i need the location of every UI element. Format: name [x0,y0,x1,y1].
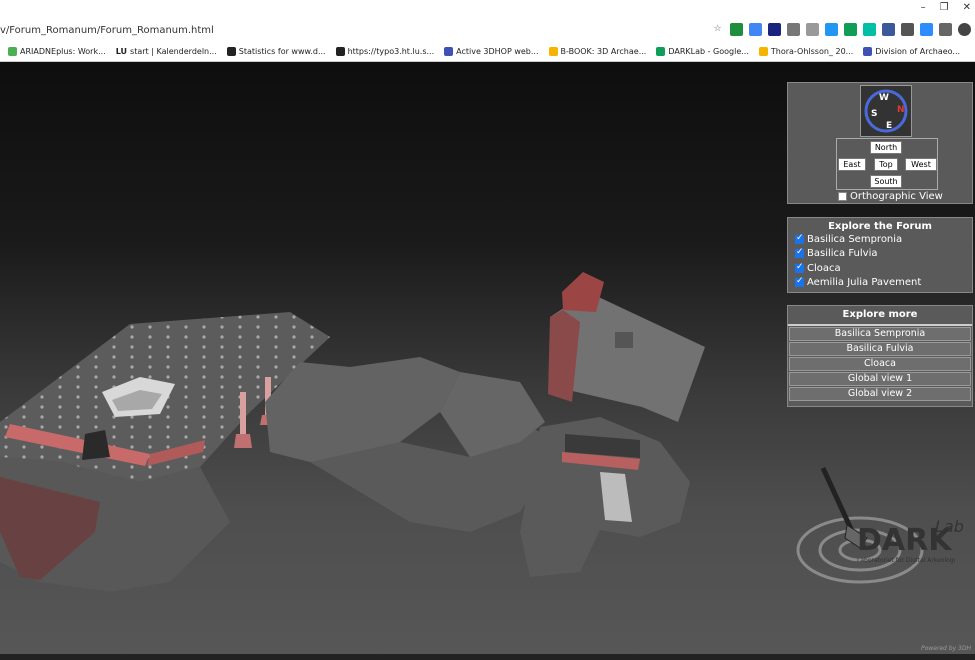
west-view-button[interactable]: West [905,158,937,171]
layer-basilica-sempronia[interactable]: Basilica Sempronia [788,232,972,247]
bottom-bar [0,654,975,660]
facebook-icon[interactable] [882,23,895,36]
zoom-extension-icon[interactable] [920,23,933,36]
drive-icon [548,47,558,56]
compass-rose: S W N E [864,89,908,133]
column [240,392,246,437]
layer-label: Basilica Sempronia [807,233,903,245]
top-view-button[interactable]: Top [874,158,898,171]
bookmark-item[interactable]: LU start | Kalenderdeln... [116,47,217,56]
layer-checkbox[interactable] [795,233,804,244]
layer-basilica-fulvia[interactable]: Basilica Fulvia [788,247,972,262]
explore-forum-panel: Explore the Forum Basilica Sempronia Bas… [787,217,973,293]
explore-forum-title: Explore the Forum [828,221,932,232]
bookmark-item[interactable]: Statistics for www.d... [226,47,326,56]
layer-aemilia-julia-pavement[interactable]: Aemilia Julia Pavement [788,276,972,291]
drive-icon [758,47,768,56]
compass-letter-e: E [886,121,892,131]
bookmark-item[interactable]: Thora-Ohlsson_ 20... [758,47,853,56]
arch-structure [82,430,110,460]
bookmark-item[interactable]: Division of Archaeo... [863,47,960,56]
middle-ruins [265,357,460,462]
bookmark-item[interactable]: B-BOOK: 3D Archae... [548,47,646,56]
orthographic-checkbox[interactable] [838,192,847,201]
docs-icon [863,47,873,56]
global-view-2-button[interactable]: Global view 2 [789,387,971,401]
extension-icons: ☆ [711,23,971,36]
close-icon[interactable]: ✕ [963,2,971,13]
puzzle-extension-icon[interactable] [787,23,800,36]
url-text[interactable]: v/Forum_Romanum/Forum_Romanum.html [0,25,214,36]
address-bar[interactable]: v/Forum_Romanum/Forum_Romanum.html ☆ [0,20,975,42]
compass-letter-n: N [897,105,905,115]
extensions-puzzle-icon[interactable] [939,23,952,36]
circle-extension-icon[interactable] [863,23,876,36]
bookmark-icon [335,47,345,56]
column-base [234,434,252,448]
view-cloaca-button[interactable]: Cloaca [789,357,971,371]
logo-subtitle: Laboratoriet för Digital Arkeologi [857,557,956,564]
restore-icon[interactable]: ❐ [940,2,949,13]
layer-cloaca[interactable]: Cloaca [788,261,972,276]
view-basilica-fulvia-button[interactable]: Basilica Fulvia [789,342,971,356]
bookmark-icon [226,47,236,56]
darklab-logo: DARK Lab Laboratoriet för Digital Arkeol… [795,450,975,598]
navigation-panel: S W N E North East Top West South Orthog… [787,82,973,204]
explore-more-title: Explore more [788,306,972,326]
temple-window [615,332,633,348]
cloud-extension-icon[interactable] [806,23,819,36]
doc-extension-icon[interactable] [825,23,838,36]
bookmark-icon [444,47,454,56]
bookmark-icon [8,47,17,56]
avatar[interactable] [958,23,971,36]
south-view-button[interactable]: South [870,175,902,188]
layer-label: Cloaca [807,262,841,274]
window-controls: – ❐ ✕ [921,2,971,13]
bookmark-item[interactable]: DARKLab - Google... [656,47,749,56]
compass-icon[interactable]: S W N E [860,85,912,137]
star-icon[interactable]: ☆ [711,23,724,36]
layer-label: Basilica Fulvia [807,248,878,260]
powered-by-text: Powered by 3DH [921,645,971,652]
drive-icon [656,47,666,56]
layer-checkbox[interactable] [795,276,804,288]
translate-extension-icon[interactable] [749,23,762,36]
logo-superscript: Lab [935,517,964,536]
explore-more-panel: Explore more Basilica Sempronia Basilica… [787,305,973,407]
grammar-extension-icon[interactable] [844,23,857,36]
browser-chrome: – ❐ ✕ v/Forum_Romanum/Forum_Romanum.html… [0,0,975,62]
bookmark-item[interactable]: ARIADNEplus: Work... [8,47,106,56]
bookmark-item[interactable]: Active 3DHOP web... [444,47,539,56]
compass-letter-w: W [879,93,889,103]
layer-checkbox[interactable] [795,247,804,259]
clipboard-extension-icon[interactable] [901,23,914,36]
view-buttons-grid: North East Top West South [836,138,938,190]
layer-label: Aemilia Julia Pavement [807,277,922,289]
shield-extension-icon[interactable] [730,23,743,36]
east-view-button[interactable]: East [838,158,866,171]
orthographic-label: Orthographic View [850,191,943,202]
global-view-1-button[interactable]: Global view 1 [789,372,971,386]
view-basilica-sempronia-button[interactable]: Basilica Sempronia [789,327,971,341]
bookmarks-bar: ARIADNEplus: Work... LU start | Kalenderd… [0,43,975,60]
trowel-icon: DARK Lab Laboratoriet för Digital Arkeol… [796,466,964,584]
minimize-icon[interactable]: – [921,2,926,13]
bookmark-item[interactable]: https://typo3.ht.lu.s... [335,47,434,56]
bookmark-prefix: LU [115,47,128,56]
orthographic-toggle[interactable]: Orthographic View [838,191,943,202]
north-view-button[interactable]: North [870,141,902,154]
graduation-extension-icon[interactable] [768,23,781,36]
layer-checkbox[interactable] [795,262,804,273]
compass-letter-s: S [871,109,877,119]
